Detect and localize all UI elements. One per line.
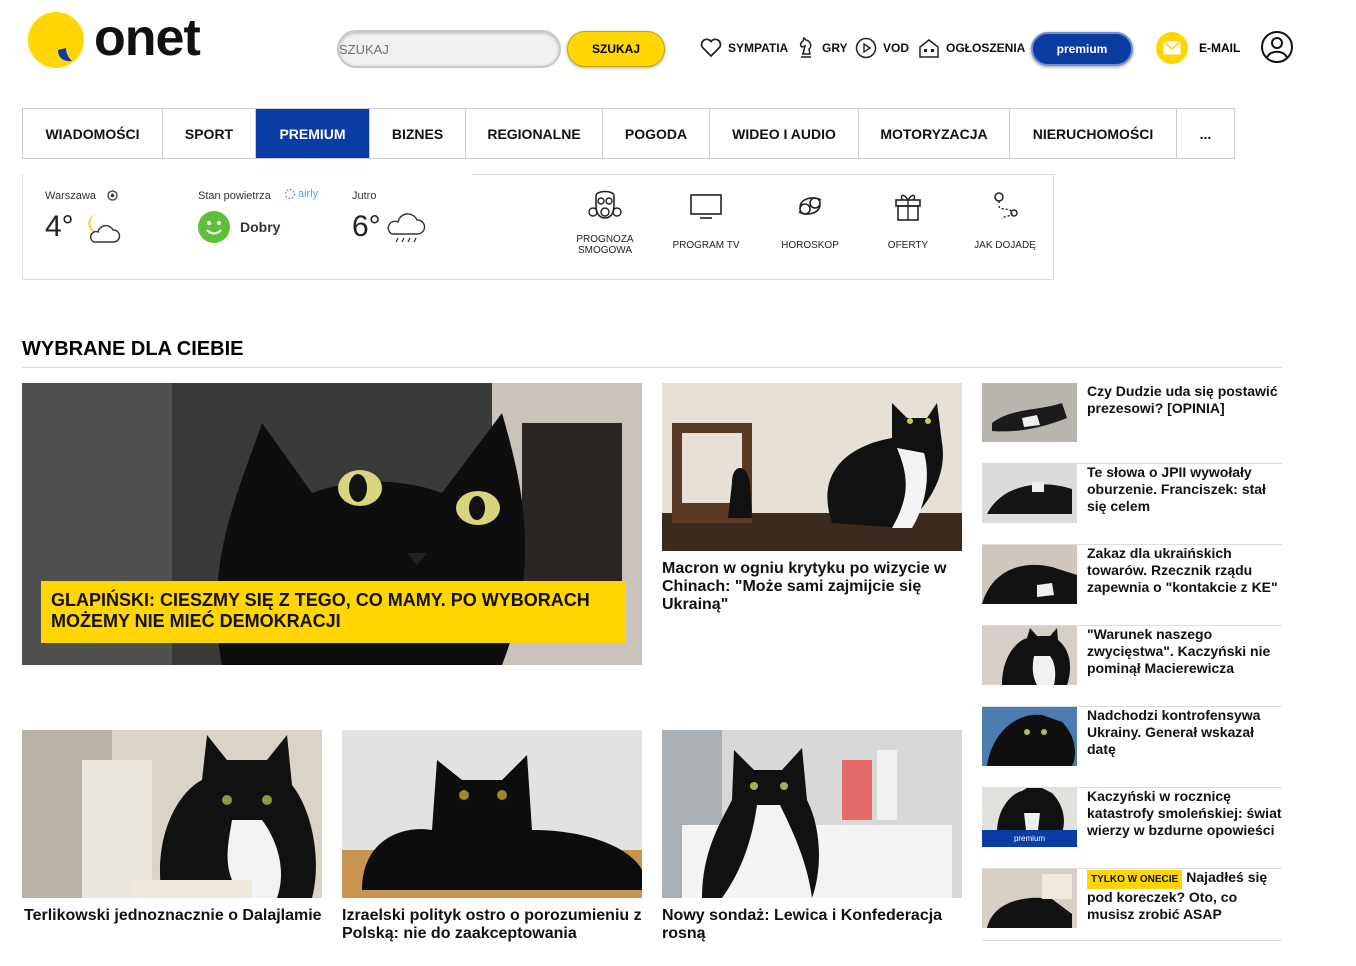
rain-cloud-icon xyxy=(387,213,426,243)
service-label: PROGRAM TV xyxy=(672,240,740,251)
weather-temp-tomorrow: 6° xyxy=(352,210,381,243)
airly-brand: airly xyxy=(298,188,319,200)
search-input[interactable] xyxy=(337,30,561,68)
bottom-article-title[interactable]: Terlikowski jednoznacznie o Dalajlamie xyxy=(24,907,324,925)
premium-button[interactable]: premium xyxy=(1031,32,1133,66)
chess-knight-icon xyxy=(799,37,812,58)
side-article-title: Nadchodzi kontrofensywa Ukrainy. Generał… xyxy=(1087,707,1261,757)
air-quality-label: Stan powietrza xyxy=(198,190,271,202)
side-article-thumb xyxy=(982,464,1077,523)
bottom-article-image[interactable] xyxy=(662,730,962,898)
premium-thumb-badge: premium xyxy=(982,830,1077,847)
tv-icon xyxy=(690,194,722,219)
heart-icon xyxy=(700,38,722,58)
side-article-thumb: premium xyxy=(982,788,1077,847)
service-program-tv[interactable]: PROGRAM TV xyxy=(661,184,751,251)
side-article[interactable]: Nadchodzi kontrofensywa Ukrainy. Generał… xyxy=(982,707,1282,788)
user-account-icon[interactable] xyxy=(1260,30,1294,69)
bottom-article-image[interactable] xyxy=(22,730,322,898)
nav-item-more[interactable]: ... xyxy=(1177,109,1235,158)
house-icon xyxy=(919,39,939,58)
service-jak-dojade[interactable]: JAK DOJADĘ xyxy=(960,184,1050,251)
search-button[interactable]: SZUKAJ xyxy=(567,31,665,67)
top-link-label: OGŁOSZENIA xyxy=(946,41,1026,55)
service-label: JAK DOJADĘ xyxy=(974,240,1036,251)
top-link-ogloszenia[interactable]: OGŁOSZENIA xyxy=(918,38,1025,58)
logo-ball-icon xyxy=(28,12,84,68)
nav-item-wiadomosci[interactable]: WIADOMOŚCI xyxy=(23,109,163,158)
partly-cloudy-icon xyxy=(88,214,121,243)
top-link-label: GRY xyxy=(822,41,848,55)
nav-item-nieruchomosci[interactable]: NIERUCHOMOŚCI xyxy=(1010,109,1177,158)
side-article[interactable]: "Warunek naszego zwycięstwa". Kaczyński … xyxy=(982,626,1282,707)
cancer-zodiac-icon xyxy=(798,197,822,215)
side-article[interactable]: Zakaz dla ukraińskich towarów. Rzecznik … xyxy=(982,545,1282,626)
weather-temp-now: 4° xyxy=(45,210,74,243)
side-article-title: Czy Dudzie uda się postawić prezesowi? [… xyxy=(1087,383,1278,416)
side-article-title: "Warunek naszego zwycięstwa". Kaczyński … xyxy=(1087,626,1271,676)
side-article-thumb xyxy=(982,707,1077,766)
nav-item-biznes[interactable]: BIZNES xyxy=(370,109,466,158)
section-title: WYBRANE DLA CIEBIE xyxy=(22,338,244,360)
top-link-gry[interactable]: GRY xyxy=(796,37,848,58)
gift-icon xyxy=(895,194,921,221)
service-prognoza-smogowa[interactable]: PROGNOZA SMOGOWA xyxy=(560,184,650,256)
bottom-article-title[interactable]: Izraelski polityk ostro o porozumieniu z… xyxy=(342,907,642,943)
airly-logo-icon xyxy=(284,188,296,200)
service-label: PROGNOZA SMOGOWA xyxy=(576,234,634,256)
second-article-image[interactable] xyxy=(662,383,962,551)
air-quality-status: Dobry xyxy=(240,219,281,235)
side-article-thumb xyxy=(982,869,1077,928)
side-article[interactable]: Te słowa o JPII wywołały oburzenie. Fran… xyxy=(982,464,1282,545)
service-label: OFERTY xyxy=(887,240,929,251)
route-icon xyxy=(994,192,1018,220)
logo-text: onet xyxy=(94,9,201,67)
bottom-article-image[interactable] xyxy=(342,730,642,898)
exclusive-badge: TYLKO W ONECIE xyxy=(1087,870,1183,889)
nav-item-premium[interactable]: PREMIUM xyxy=(256,109,370,158)
gas-mask-icon xyxy=(588,190,622,219)
top-link-label: VOD xyxy=(883,41,910,55)
service-oferty[interactable]: OFERTY xyxy=(863,184,953,251)
onet-logo[interactable]: onet xyxy=(26,9,216,72)
section-divider xyxy=(22,367,1282,368)
side-article[interactable]: premium Kaczyński w rocznicę katastrofy … xyxy=(982,788,1282,869)
top-link-sympatia[interactable]: SYMPATIA xyxy=(700,38,788,58)
top-link-vod[interactable]: VOD xyxy=(855,37,910,59)
nav-item-pogoda[interactable]: POGODA xyxy=(603,109,710,158)
main-nav: WIADOMOŚCI SPORT PREMIUM BIZNES REGIONAL… xyxy=(22,108,1235,159)
nav-item-wideo-i-audio[interactable]: WIDEO I AUDIO xyxy=(710,109,859,158)
tomorrow-label: Jutro xyxy=(352,190,377,202)
nav-item-regionalne[interactable]: REGIONALNE xyxy=(466,109,603,158)
nav-item-motoryzacja[interactable]: MOTORYZACJA xyxy=(859,109,1010,158)
side-article-thumb xyxy=(982,383,1077,442)
email-link[interactable]: E-MAIL xyxy=(1199,41,1240,55)
side-article-thumb xyxy=(982,626,1077,685)
play-icon xyxy=(855,37,877,59)
service-label: HOROSKOP xyxy=(781,240,839,251)
side-article-title: Zakaz dla ukraińskich towarów. Rzecznik … xyxy=(1087,545,1278,595)
top-link-label: SYMPATIA xyxy=(728,41,789,55)
side-article-title-wrap: TYLKO W ONECIE Najadłeś się pod koreczek?… xyxy=(1087,869,1282,923)
side-article[interactable]: TYLKO W ONECIE Najadłeś się pod koreczek?… xyxy=(982,869,1282,941)
main-article-title[interactable]: GLAPIŃSKI: CIESZMY SIĘ Z TEGO, CO MAMY. … xyxy=(41,581,626,643)
side-article[interactable]: Czy Dudzie uda się postawić prezesowi? [… xyxy=(982,383,1282,464)
side-article-title: Te słowa o JPII wywołały oburzenie. Fran… xyxy=(1087,464,1266,514)
side-article-title: Kaczyński w rocznicę katastrofy smoleńsk… xyxy=(1087,788,1282,838)
nav-item-sport[interactable]: SPORT xyxy=(163,109,256,158)
email-icon[interactable] xyxy=(1156,32,1188,64)
weather-city[interactable]: Warszawa xyxy=(45,190,96,202)
service-horoskop[interactable]: HOROSKOP xyxy=(765,184,855,251)
side-article-thumb xyxy=(982,545,1077,604)
second-article-title[interactable]: Macron w ogniu krytyku po wizycie w Chin… xyxy=(662,560,962,614)
air-good-smile-icon xyxy=(198,211,230,243)
bottom-article-title[interactable]: Nowy sondaż: Lewica i Konfederacja rosną xyxy=(662,907,962,943)
location-icon xyxy=(107,190,118,201)
